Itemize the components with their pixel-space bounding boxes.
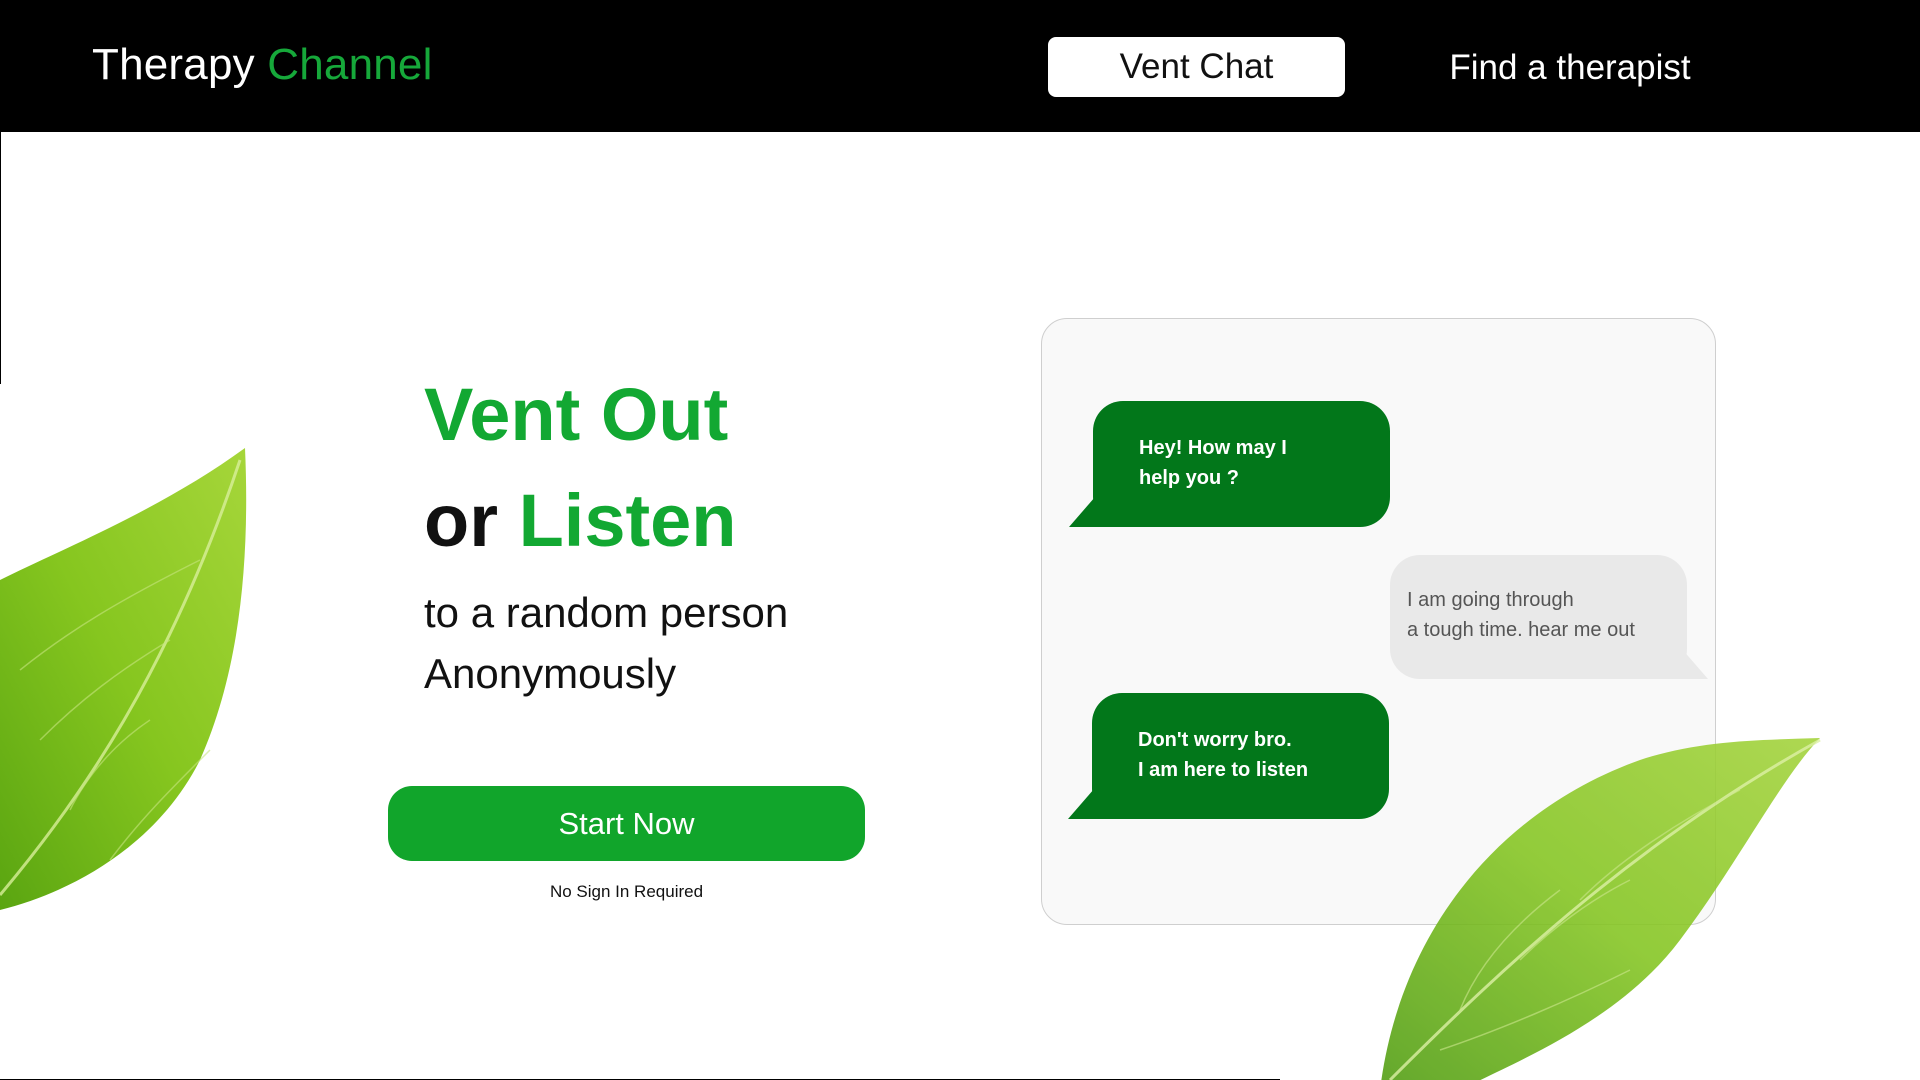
chat-line: I am here to listen — [1138, 759, 1309, 781]
chat-bubble-received-2: Don't worry bro. I am here to listen — [1092, 693, 1389, 819]
chat-line: a tough time. hear me out — [1407, 619, 1635, 641]
bubble-tail-2 — [1648, 649, 1708, 679]
vent-chat-nav-button[interactable]: Vent Chat — [1048, 37, 1345, 97]
leaf-image-left — [0, 448, 247, 910]
chat-line: Don't worry bro. — [1138, 729, 1292, 751]
leaf-image-right — [1381, 738, 1821, 1080]
hero-subtitle-line2: Anonymously — [424, 650, 677, 697]
brand-logo[interactable]: Therapy Channel — [92, 40, 433, 90]
chat-bubble-sent: I am going through a tough time. hear me… — [1390, 555, 1687, 679]
hero-word-listen: Listen — [518, 479, 737, 562]
chat-bubble-text: I am going through a tough time. hear me… — [1407, 585, 1671, 645]
chat-bubble-text: Hey! How may I help you ? — [1139, 433, 1360, 493]
no-sign-in-note: No Sign In Required — [549, 882, 704, 901]
hero-subtitle-line1: to a random person — [424, 589, 789, 636]
bubble-tail-1 — [1069, 497, 1129, 527]
chat-line: help you ? — [1139, 467, 1239, 489]
hero-word-or: or — [424, 479, 498, 562]
brand-name-part1: Therapy — [92, 40, 255, 89]
chat-bubble-received-1: Hey! How may I help you ? — [1093, 401, 1390, 527]
chat-bubble-text: Don't worry bro. I am here to listen — [1138, 725, 1359, 785]
find-therapist-nav-link[interactable]: Find a therapist — [1410, 40, 1730, 96]
chat-line: I am going through — [1407, 589, 1574, 611]
hero-subtitle: to a random person Anonymously — [424, 582, 788, 704]
hero-headline-vent-out: Vent Out — [424, 373, 729, 456]
chat-line: Hey! How may I — [1139, 437, 1287, 459]
hero-headline-or-listen: or Listen — [424, 478, 736, 563]
brand-name-part2: Channel — [267, 40, 433, 89]
start-now-button[interactable]: Start Now — [388, 786, 865, 861]
frame-edge-left — [0, 132, 1, 384]
top-navbar: Therapy Channel Vent Chat Find a therapi… — [0, 0, 1920, 132]
bubble-tail-3 — [1068, 789, 1128, 819]
landing-page: Therapy Channel Vent Chat Find a therapi… — [0, 0, 1920, 1080]
